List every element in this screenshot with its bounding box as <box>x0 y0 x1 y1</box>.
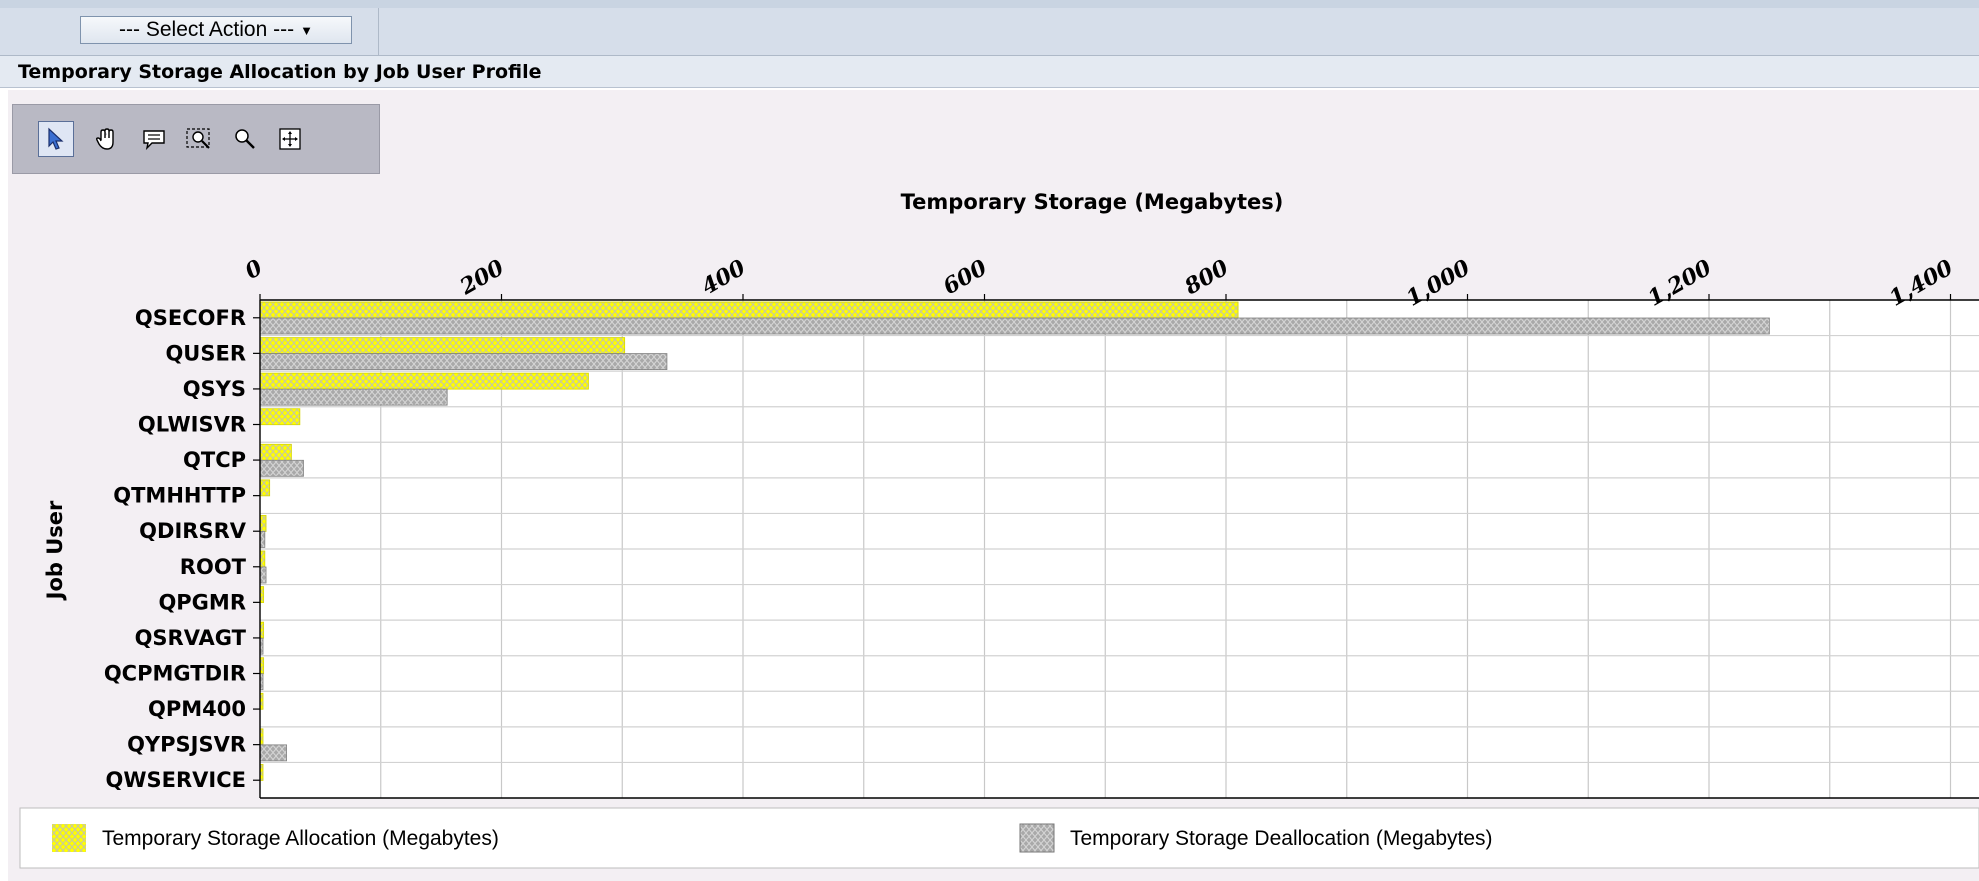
bar-allocation[interactable] <box>259 301 1239 319</box>
bar-allocation[interactable] <box>259 372 589 390</box>
x-tick-label: 600 <box>939 254 992 300</box>
y-tick-label: QWSERVICE <box>106 768 246 792</box>
y-tick-label: ROOT <box>180 555 247 579</box>
bar-allocation[interactable] <box>259 443 292 461</box>
y-tick-label: QPM400 <box>148 697 246 721</box>
legend-swatch-deallocation <box>1019 823 1055 853</box>
x-tick-label: 0 <box>241 254 268 285</box>
bar-allocation[interactable] <box>259 408 301 426</box>
legend-swatch-allocation <box>52 824 86 852</box>
bar-allocation[interactable] <box>259 479 271 497</box>
x-tick-label: 400 <box>697 254 750 300</box>
x-tick-label: 800 <box>1179 254 1233 300</box>
y-tick-label: QSECOFR <box>135 306 246 330</box>
legend-label-deallocation: Temporary Storage Deallocation (Megabyte… <box>1070 827 1493 850</box>
chart-legend: Temporary Storage Allocation (Megabytes)… <box>19 807 1979 869</box>
y-tick-label: QLWISVR <box>138 413 246 437</box>
y-tick-label: QYPSJSVR <box>127 733 246 757</box>
y-tick-label: QSYS <box>183 377 246 401</box>
bar-deallocation[interactable] <box>259 566 267 584</box>
bar-allocation[interactable] <box>259 550 266 568</box>
y-tick-label: QUSER <box>165 341 246 365</box>
bar-deallocation[interactable] <box>259 744 287 762</box>
bar-deallocation[interactable] <box>259 459 304 477</box>
x-axis-title: Temporary Storage (Megabytes) <box>901 190 1284 214</box>
y-tick-label: QTCP <box>183 448 246 472</box>
y-axis-title: Job User <box>43 500 67 601</box>
y-tick-label: QDIRSRV <box>139 519 247 543</box>
y-tick-label: QCPMGTDIR <box>104 662 246 686</box>
y-tick-label: QSRVAGT <box>135 626 247 650</box>
x-tick-label: 200 <box>455 254 509 300</box>
legend-label-allocation: Temporary Storage Allocation (Megabytes) <box>102 827 499 850</box>
y-tick-label: QPGMR <box>158 590 246 614</box>
bar-chart: QSECOFR QUSER QSYS QLWISVR QTCP QTMHHTTP QDIRS… <box>19 190 1979 869</box>
bar-deallocation[interactable] <box>259 531 266 548</box>
bar-deallocation[interactable] <box>259 388 448 406</box>
bar-allocation[interactable] <box>259 515 267 532</box>
y-tick-label: QTMHHTTP <box>113 484 246 508</box>
bar-deallocation[interactable] <box>259 353 668 370</box>
bar-deallocation[interactable] <box>259 317 1770 335</box>
bar-allocation[interactable] <box>259 337 626 354</box>
